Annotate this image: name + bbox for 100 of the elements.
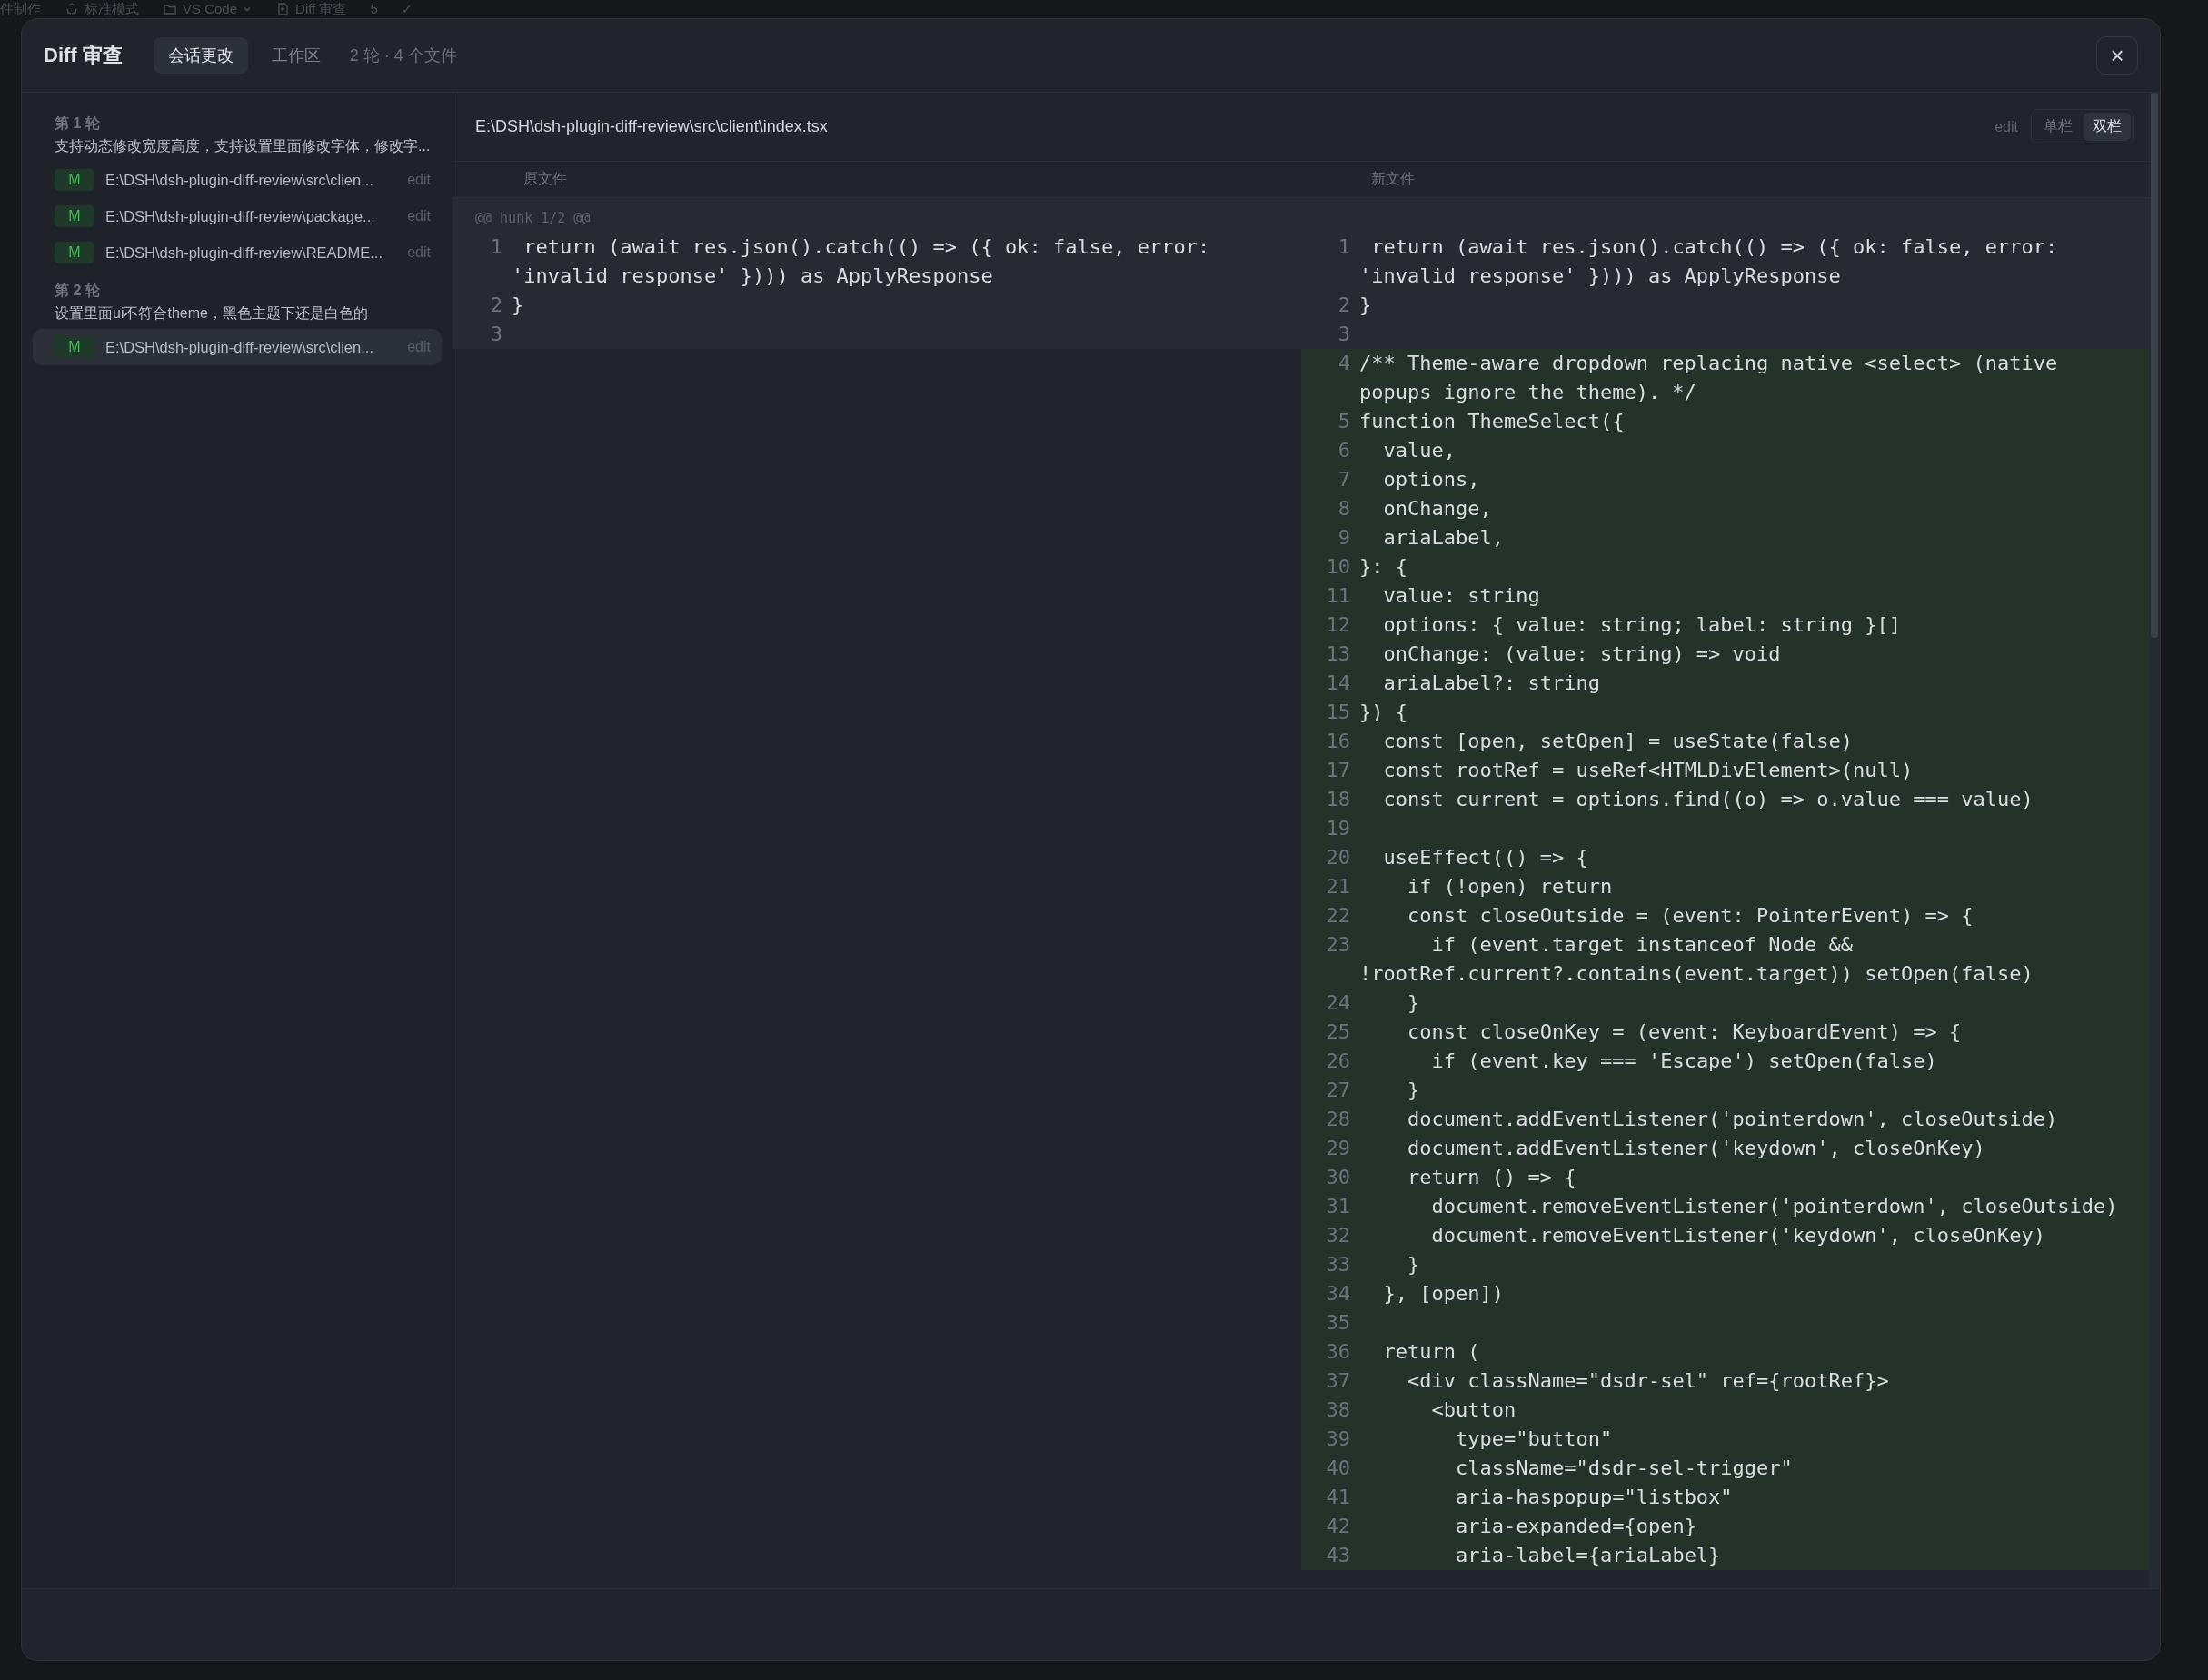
line-number: 13 — [1325, 641, 1351, 667]
recycle-icon — [65, 2, 79, 16]
change-type: edit — [1994, 118, 2018, 135]
line-number: 31 — [1325, 1194, 1351, 1219]
line-number: 29 — [1325, 1136, 1351, 1161]
code-text: aria-expanded={open} — [1454, 1514, 1697, 1539]
code-text: ariaLabel, — [1382, 525, 1505, 551]
close-button[interactable]: × — [2096, 36, 2138, 75]
change-type: edit — [407, 172, 431, 188]
round-title: 第 1 轮 — [55, 114, 101, 133]
code-text: aria-label={ariaLabel} — [1454, 1543, 1722, 1568]
code-text: <div className="dsdr-sel" ref={rootRef}> — [1407, 1368, 1890, 1394]
code-text: return () => { — [1407, 1165, 1577, 1190]
line-number: 23 — [1325, 932, 1351, 958]
line-number: 22 — [1325, 903, 1351, 929]
code-text: onChange, — [1382, 496, 1493, 522]
code-text: } — [1407, 1078, 1421, 1103]
file-item[interactable]: M E:\DSH\dsh-plugin-diff-review\README... edit — [33, 234, 442, 271]
line-number: 5 — [1337, 409, 1351, 434]
code-text: type="button" — [1454, 1427, 1614, 1452]
round-description: 支持动态修改宽度高度，支持设置里面修改字体，修改字... — [55, 137, 432, 155]
line-number: 43 — [1325, 1543, 1351, 1568]
toolbar-label[interactable]: 5 — [370, 1, 378, 17]
line-number: 8 — [1337, 496, 1351, 522]
line-number: 27 — [1325, 1078, 1351, 1103]
tab[interactable]: 会话更改 — [153, 37, 248, 74]
file-item[interactable]: M E:\DSH\dsh-plugin-diff-review\package... edit — [33, 198, 442, 234]
code-text: const [open, setOpen] = useState(false) — [1382, 729, 1855, 754]
line-number: 2 — [1337, 293, 1351, 318]
toolbar-label[interactable]: 标准模式 — [85, 1, 139, 17]
code-text: }: { — [1359, 554, 1408, 580]
line-number: 3 — [1337, 322, 1351, 347]
line-number: 30 — [1325, 1165, 1351, 1190]
line-number: 39 — [1325, 1427, 1351, 1452]
code-text: document.addEventListener('keydown', closeOnKey) — [1407, 1136, 1986, 1161]
code-text: value: string — [1382, 583, 1541, 609]
line-number: 40 — [1325, 1456, 1351, 1481]
code-text: } — [1407, 990, 1421, 1016]
hunk-header: @@ hunk 1/2 @@ — [475, 210, 591, 226]
line-number: 24 — [1325, 990, 1351, 1016]
code-text: useEffect(() => { — [1382, 845, 1589, 870]
file-path: E:\DSH\dsh-plugin-diff-review\README... — [105, 244, 383, 262]
change-type: edit — [407, 208, 431, 224]
code-text: ariaLabel?: string — [1382, 671, 1601, 696]
code-text: if (!open) return — [1407, 874, 1614, 900]
code-text: function ThemeSelect({ — [1359, 409, 1626, 434]
code-text: onChange: (value: string) => void — [1382, 641, 1782, 667]
line-number: 19 — [1325, 816, 1351, 841]
line-number: 36 — [1325, 1339, 1351, 1365]
dialog-title: Diff 审查 — [44, 43, 123, 68]
line-number: 34 — [1325, 1281, 1351, 1307]
file-item[interactable]: M E:\DSH\dsh-plugin-diff-review\src\clien... edit — [33, 162, 442, 198]
line-number: 6 — [1337, 438, 1351, 463]
line-number: 28 — [1325, 1107, 1351, 1132]
line-number: 9 — [1337, 525, 1351, 551]
line-number: 12 — [1325, 612, 1351, 638]
line-number: 41 — [1325, 1485, 1351, 1510]
line-number: 21 — [1325, 874, 1351, 900]
file-path: E:\DSH\dsh-plugin-diff-review\src\clien... — [105, 338, 373, 356]
column-header: 原文件 — [523, 170, 567, 188]
scrollbar-thumb[interactable] — [2151, 93, 2158, 638]
status-badge: M — [55, 242, 94, 263]
code-text: const current = options.find((o) => o.value === value) — [1382, 787, 2034, 812]
line-number: 10 — [1325, 554, 1351, 580]
line-number: 38 — [1325, 1397, 1351, 1423]
status-badge: M — [55, 169, 94, 191]
line-number: 18 — [1325, 787, 1351, 812]
file-path: E:\DSH\dsh-plugin-diff-review\src\client\index.tsx — [475, 117, 828, 136]
code-text: const closeOutside = (event: PointerEvent) => { — [1407, 903, 1974, 929]
code-text: } — [1407, 1252, 1421, 1277]
line-number: 2 — [489, 293, 503, 318]
code-text: return (await res.json().catch(() => ({ ok: false, error: 'invalid response' }))) as ApplyResponse — [1359, 234, 2059, 289]
change-type: edit — [407, 244, 431, 261]
code-text: value, — [1382, 438, 1457, 463]
line-number: 33 — [1325, 1252, 1351, 1277]
line-number: 20 — [1325, 845, 1351, 870]
scrollbar[interactable] — [2149, 93, 2160, 1588]
line-number: 25 — [1325, 1019, 1351, 1045]
code-text: document.addEventListener('pointerdown', closeOutside) — [1407, 1107, 2059, 1132]
column-header: 新文件 — [1371, 170, 1415, 188]
tab[interactable]: 工作区 — [256, 37, 335, 74]
line-number: 7 — [1337, 467, 1351, 492]
view-option[interactable]: 单栏 — [2034, 113, 2082, 141]
toolbar-label[interactable]: ✓ — [401, 1, 413, 17]
line-number: 1 — [489, 234, 503, 260]
code-text: const rootRef = useRef<HTMLDivElement>(null) — [1382, 758, 1915, 783]
line-number: 26 — [1325, 1049, 1351, 1074]
file-path: E:\DSH\dsh-plugin-diff-review\package... — [105, 207, 375, 225]
code-text: aria-haspopup="listbox" — [1454, 1485, 1734, 1510]
view-option[interactable]: 双栏 — [2084, 113, 2131, 141]
toolbar-label[interactable]: VS Code — [183, 1, 238, 17]
summary-text: 2 轮 · 4 个文件 — [349, 45, 457, 66]
status-badge: M — [55, 336, 94, 358]
code-text: if (event.target instanceof Node && !rootRef.current?.contains(event.target)) setOpen(false) — [1359, 932, 2034, 987]
code-text: const closeOnKey = (event: KeyboardEvent) => { — [1407, 1019, 1963, 1045]
caret-icon — [243, 5, 253, 14]
code-text: <button — [1430, 1397, 1517, 1423]
line-number: 16 — [1325, 729, 1351, 754]
toolbar-label[interactable]: 件制作 — [0, 1, 41, 17]
line-number: 15 — [1325, 700, 1351, 725]
